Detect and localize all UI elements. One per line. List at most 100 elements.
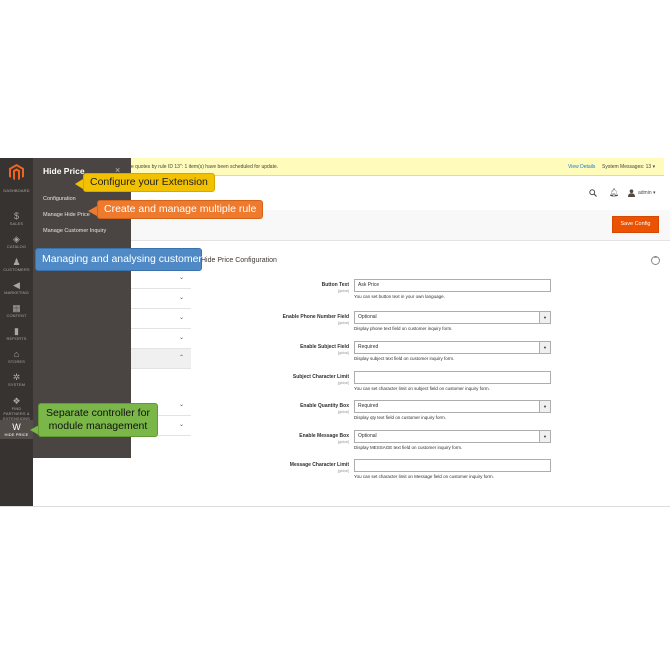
- sidebar-item-sales[interactable]: $ SALES: [0, 209, 33, 228]
- field-label: Enable Subject Field: [300, 344, 349, 350]
- field-scope: [global]: [337, 410, 349, 414]
- sidebar-item-system[interactable]: ✲ SYSTEM: [0, 370, 33, 389]
- sidebar-item-stores[interactable]: ⌂ STORES: [0, 347, 33, 366]
- flyout-link-manage-hide-price[interactable]: Manage Hide Price: [43, 212, 90, 218]
- sidebar-item-label: CONTENT: [6, 313, 27, 318]
- select-value: Optional: [358, 314, 377, 320]
- sidebar-item-label: MARKETING: [4, 290, 29, 295]
- config-tab[interactable]: ⌄: [131, 329, 191, 349]
- callout-separate: Separate controller for module managemen…: [38, 403, 158, 437]
- callout-arrow: [88, 206, 97, 216]
- magento-logo-icon[interactable]: [9, 164, 24, 181]
- config-field-row: Message Character Limit [global] You can s…: [200, 459, 560, 492]
- layout-icon: ▦: [12, 303, 21, 313]
- callout-arrow: [75, 179, 83, 189]
- config-field-row: Button Text [global] Ask Price You can set …: [200, 279, 560, 312]
- notification-message: e quotes by rule ID 13": 1 item(s) have …: [131, 164, 279, 170]
- chevron-down-icon: ⌄: [178, 335, 184, 341]
- select-value: Optional: [358, 433, 377, 439]
- field-note: You can set button text in your own lang…: [354, 294, 445, 299]
- sidebar-item-catalog[interactable]: ◈ CATALOG: [0, 232, 33, 251]
- sidebar-item-dashboard[interactable]: DASHBOARD: [0, 188, 33, 193]
- bar-chart-icon: ▮: [14, 326, 19, 336]
- admin-window: DASHBOARD $ SALES ◈ CATALOG ♟ CUSTOMERS ◀ MARKET…: [0, 158, 670, 507]
- config-field-row: Enable Phone Number Field [global] Optiona…: [200, 311, 560, 344]
- flyout-title: Hide Price: [43, 166, 85, 176]
- config-field-row: Enable Subject Field [global] Required ▼ Dis…: [200, 341, 560, 374]
- enable-quantity-boxselect[interactable]: Required ▼: [354, 400, 551, 413]
- enable-subject-fieldselect[interactable]: Required ▼: [354, 341, 551, 354]
- chevron-down-icon: ⌄: [178, 422, 184, 428]
- caret-down-icon: ▾: [652, 164, 656, 170]
- dropdown-arrow-icon: ▼: [539, 431, 550, 442]
- config-tab[interactable]: ⌄: [131, 289, 191, 309]
- sidebar-item-label: CUSTOMERS: [3, 267, 30, 272]
- field-label: Enable Phone Number Field: [282, 314, 349, 320]
- config-tab[interactable]: ⌄: [131, 309, 191, 329]
- dropdown-arrow-icon: ▼: [539, 312, 550, 323]
- sidebar-item-marketing[interactable]: ◀ MARKETING: [0, 278, 33, 297]
- config-tab[interactable]: ⌄: [131, 269, 191, 289]
- field-label: Subject Character Limit: [292, 374, 349, 380]
- dropdown-arrow-icon: ▼: [539, 401, 550, 412]
- field-note: You can set character limit on Message f…: [354, 474, 494, 479]
- section-title[interactable]: Hide Price Configuration: [201, 257, 277, 264]
- field-note: Display MESSAGE text field on customer i…: [354, 445, 463, 450]
- user-icon[interactable]: [628, 189, 635, 197]
- collapse-icon[interactable]: ⌃: [651, 256, 660, 265]
- sidebar-item-reports[interactable]: ▮ REPORTS: [0, 324, 33, 343]
- chevron-down-icon: ⌄: [178, 275, 184, 281]
- admin-user-menu[interactable]: admin ▾: [638, 190, 656, 196]
- sidebar-item-label: DASHBOARD: [3, 188, 30, 193]
- sidebar-item-content[interactable]: ▦ CONTENT: [0, 301, 33, 320]
- field-note: Display qty text field on customer inqui…: [354, 415, 447, 420]
- sidebar-item-find-partners-extensions[interactable]: ❖ FIND PARTNERS & EXTENSIONS: [0, 394, 33, 423]
- store-icon: ⌂: [13, 349, 20, 359]
- field-note: Display subject text field on customer i…: [354, 356, 455, 361]
- admin-sidebar: DASHBOARD $ SALES ◈ CATALOG ♟ CUSTOMERS ◀ MARKET…: [0, 158, 33, 506]
- chevron-down-icon: ⌄: [178, 315, 184, 321]
- subject-character-limitinput[interactable]: [354, 371, 551, 384]
- config-field-row: Enable Quantity Box [global] Required ▼ Disp…: [200, 400, 560, 433]
- select-value: Required: [358, 403, 379, 409]
- field-note: Display phone text field on customer inq…: [354, 326, 453, 331]
- message-character-limitinput[interactable]: [354, 459, 551, 472]
- chevron-up-icon: ⌃: [178, 355, 184, 361]
- enable-phone-number-fieldselect[interactable]: Optional ▼: [354, 311, 551, 324]
- hide-price-icon: W: [12, 422, 21, 432]
- field-scope: [global]: [337, 289, 349, 293]
- sidebar-item-label: SALES: [9, 221, 24, 226]
- bell-icon[interactable]: 🔔︎: [609, 188, 619, 197]
- sidebar-item-label: REPORTS: [6, 336, 27, 341]
- field-label: Message Character Limit: [289, 462, 349, 468]
- flyout-link-manage-customer-inquiry[interactable]: Manage Customer Inquiry: [43, 228, 106, 234]
- button-textinput[interactable]: Ask Price: [354, 279, 551, 292]
- view-details-link[interactable]: View Details: [568, 164, 595, 170]
- field-label: Enable Message Box: [299, 433, 349, 439]
- cubes-icon: ❖: [12, 396, 21, 406]
- sidebar-item-customers[interactable]: ♟ CUSTOMERS: [0, 255, 33, 274]
- config-tab-open[interactable]: ⌃: [131, 349, 191, 369]
- field-label: Button Text: [321, 282, 349, 288]
- sidebar-item-label: FIND PARTNERS & EXTENSIONS: [3, 406, 30, 421]
- field-scope: [global]: [337, 469, 349, 473]
- sidebar-item-label: STORES: [8, 359, 25, 364]
- search-icon[interactable]: [589, 189, 597, 197]
- save-config-button[interactable]: Save Config: [612, 216, 659, 233]
- sidebar-item-hide-price[interactable]: W HIDE PRICE: [0, 420, 33, 439]
- field-label: Enable Quantity Box: [300, 403, 349, 409]
- megaphone-icon: ◀: [13, 280, 20, 290]
- dollar-icon: $: [13, 211, 19, 221]
- enable-message-boxselect[interactable]: Optional ▼: [354, 430, 551, 443]
- flyout-link-configuration[interactable]: Configuration: [43, 196, 76, 202]
- sidebar-item-label: SYSTEM: [7, 382, 26, 387]
- sidebar-item-label: CATALOG: [6, 244, 27, 249]
- dropdown-arrow-icon: ▼: [539, 342, 550, 353]
- callout-configure: Configure your Extension: [83, 173, 215, 192]
- gear-icon: ✲: [12, 372, 21, 382]
- system-messages-toggle[interactable]: System Messages: 13 ▾: [602, 164, 655, 170]
- field-scope: [global]: [337, 440, 349, 444]
- chevron-down-icon: ⌄: [178, 402, 184, 408]
- field-note: You can set character limit on subject f…: [354, 386, 490, 391]
- field-scope: [global]: [337, 351, 349, 355]
